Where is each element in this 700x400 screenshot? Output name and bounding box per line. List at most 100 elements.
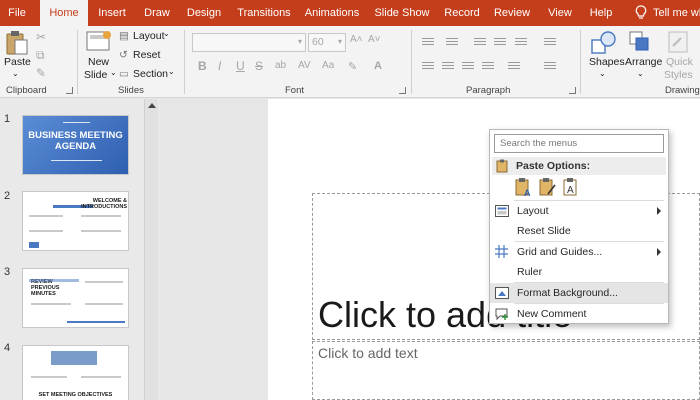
tab-file[interactable]: File <box>0 0 34 26</box>
text-direction-icon[interactable] <box>544 38 556 48</box>
grid-icon <box>495 245 508 258</box>
shapes-icon[interactable] <box>590 30 618 56</box>
tab-review[interactable]: Review <box>491 0 533 26</box>
highlight-icon[interactable]: ✎ <box>348 60 357 73</box>
body-placeholder-text[interactable]: Click to add text <box>318 345 418 361</box>
slide-accent-bar <box>29 242 39 248</box>
arrange-icon[interactable] <box>628 30 654 56</box>
menu-item-format-background[interactable]: Format Background... <box>490 283 668 303</box>
slide-thumbnail-4[interactable]: SET MEETING OBJECTIVES <box>22 345 129 400</box>
font-launcher-icon[interactable] <box>399 87 406 94</box>
tab-insert[interactable]: Insert <box>92 0 132 26</box>
align-left-icon[interactable] <box>422 62 434 72</box>
char-spacing-icon[interactable]: AV <box>298 60 311 71</box>
slide-thumbnail-3[interactable]: REVIEW PREVIOUS MINUTES <box>22 268 129 328</box>
align-text-icon[interactable] <box>544 62 556 72</box>
paste-dropdown-icon[interactable]: ⌄ <box>12 69 19 78</box>
paragraph-launcher-icon[interactable] <box>569 87 576 94</box>
font-color-icon[interactable]: A <box>374 60 382 72</box>
italic-button[interactable]: I <box>218 59 221 73</box>
tab-draw[interactable]: Draw <box>138 0 176 26</box>
clipboard-icon <box>496 159 508 173</box>
section-button[interactable]: Section <box>133 68 168 80</box>
decrease-indent-icon[interactable] <box>474 38 486 48</box>
clipboard-group-label: Clipboard <box>6 85 47 96</box>
columns-icon[interactable] <box>508 62 520 72</box>
new-slide-icon[interactable] <box>86 30 112 52</box>
new-slide-button[interactable]: New <box>88 56 109 68</box>
new-slide-dropdown-icon[interactable]: ⌄ <box>110 68 117 77</box>
increase-indent-icon[interactable] <box>494 38 506 48</box>
cut-icon[interactable]: ✂ <box>36 30 46 44</box>
copy-icon[interactable]: ⧉ <box>36 48 45 63</box>
tab-record[interactable]: Record <box>440 0 484 26</box>
font-size-dropdown-icon[interactable]: ▾ <box>338 37 342 46</box>
tab-view[interactable]: View <box>543 0 577 26</box>
menu-item-label: Layout <box>517 205 549 217</box>
scroll-up-icon[interactable] <box>148 103 156 108</box>
section-dropdown-icon[interactable]: ⌄ <box>168 67 175 76</box>
layout-icon <box>495 205 509 217</box>
shapes-button[interactable]: Shapes <box>589 56 625 68</box>
menu-item-ruler[interactable]: Ruler <box>490 262 668 282</box>
tab-design[interactable]: Design <box>182 0 226 26</box>
quick-styles-label[interactable]: Styles <box>664 69 693 81</box>
font-size-combo[interactable]: 60 ▾ <box>308 33 346 52</box>
quick-styles-icon[interactable] <box>667 30 691 56</box>
arrange-dropdown-icon[interactable]: ⌄ <box>637 69 644 78</box>
menu-item-grid-and-guides[interactable]: Grid and Guides... <box>490 242 668 262</box>
paste-button[interactable]: Paste <box>4 56 31 68</box>
line-spacing-icon[interactable] <box>515 38 527 48</box>
slide-thumbnail-title: WELCOME & INTRODUCTIONS <box>81 198 127 210</box>
align-center-icon[interactable] <box>442 62 454 72</box>
lightbulb-icon[interactable] <box>635 5 647 21</box>
change-case-icon[interactable]: Aa <box>322 60 334 71</box>
tab-home[interactable]: Home <box>40 0 88 26</box>
layout-button[interactable]: Layout <box>133 30 165 42</box>
new-slide-label[interactable]: Slide <box>84 69 107 81</box>
tab-animations[interactable]: Animations <box>301 0 363 26</box>
increase-font-icon[interactable]: A˄ <box>350 34 363 45</box>
tab-help[interactable]: Help <box>585 0 617 26</box>
tell-me-box[interactable]: Tell me wh <box>653 0 700 26</box>
decrease-font-icon[interactable]: A˅ <box>368 34 381 45</box>
reset-button[interactable]: Reset <box>133 49 160 61</box>
align-right-icon[interactable] <box>462 62 474 72</box>
paste-icon[interactable] <box>6 30 28 56</box>
font-name-dropdown-icon[interactable]: ▾ <box>298 37 302 46</box>
paste-keep-formatting-icon[interactable] <box>539 177 557 197</box>
slide-decor <box>31 376 67 378</box>
tab-slide-show[interactable]: Slide Show <box>372 0 432 26</box>
slide-decor <box>85 303 123 305</box>
paste-use-destination-theme-icon[interactable]: A <box>515 177 533 197</box>
menu-item-label: New Comment <box>517 308 587 320</box>
shapes-dropdown-icon[interactable]: ⌄ <box>599 69 606 78</box>
format-background-icon <box>495 287 509 299</box>
shadow-icon[interactable]: ab <box>275 60 286 71</box>
font-name-combo[interactable]: ▾ <box>192 33 306 52</box>
arrange-button[interactable]: Arrange <box>625 56 662 68</box>
layout-dropdown-icon[interactable]: ⌄ <box>163 29 170 38</box>
slide-thumbnail-2[interactable]: WELCOME & INTRODUCTIONS <box>22 191 129 251</box>
thumbnail-scrollbar[interactable] <box>144 99 158 400</box>
menu-item-label: Grid and Guides... <box>517 246 603 258</box>
tab-transitions[interactable]: Transitions <box>233 0 295 26</box>
menu-item-new-comment[interactable]: New Comment <box>490 304 668 324</box>
justify-icon[interactable] <box>482 62 494 72</box>
menu-item-reset-slide[interactable]: Reset Slide <box>490 221 668 241</box>
paste-keep-text-only-icon[interactable]: A <box>563 177 581 197</box>
menu-item-layout[interactable]: Layout <box>490 201 668 221</box>
bold-button[interactable]: B <box>198 59 207 73</box>
quick-styles-button[interactable]: Quick <box>666 56 693 68</box>
bullets-icon[interactable] <box>422 38 434 48</box>
numbering-icon[interactable] <box>446 38 458 48</box>
strikethrough-button[interactable]: S <box>255 59 263 73</box>
ribbon-tab-bar: File Home Insert Draw Design Transitions… <box>0 0 700 26</box>
menu-search-input[interactable]: Search the menus <box>494 134 664 153</box>
slide-decor <box>81 376 121 378</box>
underline-button[interactable]: U <box>236 59 245 73</box>
slide-photo <box>51 351 97 365</box>
clipboard-launcher-icon[interactable] <box>66 87 73 94</box>
slide-thumbnail-1[interactable]: BUSINESS MEETING AGENDA <box>22 115 129 175</box>
format-painter-icon[interactable]: ✎ <box>36 66 46 80</box>
